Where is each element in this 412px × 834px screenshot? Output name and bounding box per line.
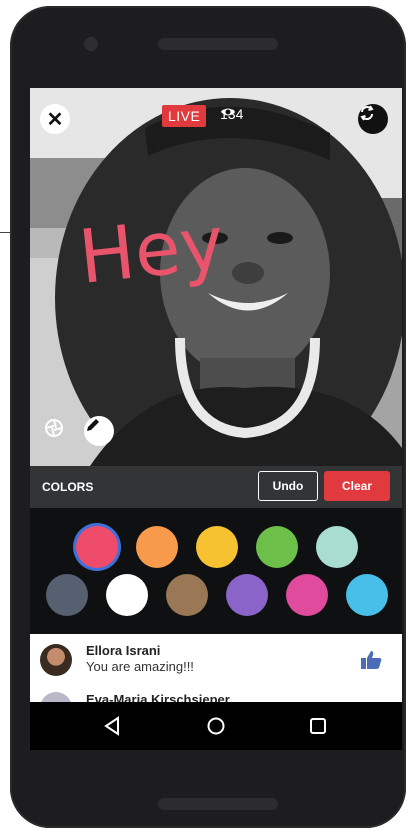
- earpiece-speaker: [158, 38, 278, 50]
- android-nav-bar: [30, 702, 402, 750]
- camera-flip-icon: [360, 105, 374, 121]
- filter-button[interactable]: [44, 418, 74, 448]
- live-badge: LIVE: [162, 105, 207, 127]
- color-swatch-brown[interactable]: [166, 574, 208, 616]
- comment-author: Eva-Maria Kirschsieper: [86, 692, 230, 702]
- drawing-text: Hey: [75, 200, 228, 301]
- color-swatch-pink[interactable]: [76, 526, 118, 568]
- clear-button[interactable]: Clear: [324, 471, 390, 501]
- undo-button[interactable]: Undo: [258, 471, 318, 501]
- live-video[interactable]: Hey ✕ LIVE 134: [30, 88, 402, 466]
- comment-author: Ellora Israni: [86, 643, 161, 658]
- back-icon: [104, 716, 119, 736]
- close-icon: ✕: [46, 108, 64, 131]
- recents-icon: [310, 718, 326, 734]
- pen-button[interactable]: [84, 416, 114, 446]
- color-swatch-mint[interactable]: [316, 526, 358, 568]
- color-swatch-slate[interactable]: [46, 574, 88, 616]
- home-icon: [207, 717, 225, 735]
- comments-feed: Ellora Israni You are amazing!!! Eva-Mar…: [30, 634, 402, 702]
- avatar: [40, 692, 72, 702]
- drawing-toolbar: COLORS Undo Clear: [30, 466, 402, 508]
- video-frame: Hey: [30, 88, 402, 466]
- colors-label: COLORS: [42, 480, 94, 494]
- eye-icon: [221, 108, 235, 116]
- pen-icon: [87, 419, 99, 431]
- color-palette: [30, 508, 402, 634]
- bottom-speaker: [158, 798, 278, 810]
- front-camera: [84, 37, 98, 51]
- color-swatch-white[interactable]: [106, 574, 148, 616]
- color-swatch-yellow[interactable]: [196, 526, 238, 568]
- filter-icon: [45, 419, 63, 437]
- color-swatch-magenta[interactable]: [286, 574, 328, 616]
- color-swatch-orange[interactable]: [136, 526, 178, 568]
- home-button[interactable]: [204, 714, 228, 738]
- recents-button[interactable]: [306, 714, 330, 738]
- avatar: [40, 644, 72, 676]
- color-swatch-sky-blue[interactable]: [346, 574, 388, 616]
- back-button[interactable]: [100, 714, 124, 738]
- comment-text: You are amazing!!!: [86, 659, 194, 674]
- color-swatch-purple[interactable]: [226, 574, 268, 616]
- phone-screen: Hey ✕ LIVE 134: [30, 88, 402, 750]
- viewer-counter: 134: [220, 106, 243, 122]
- color-swatch-green[interactable]: [256, 526, 298, 568]
- camera-flip-button[interactable]: [358, 104, 388, 134]
- like-icon[interactable]: [360, 650, 382, 670]
- close-button[interactable]: ✕: [40, 104, 70, 134]
